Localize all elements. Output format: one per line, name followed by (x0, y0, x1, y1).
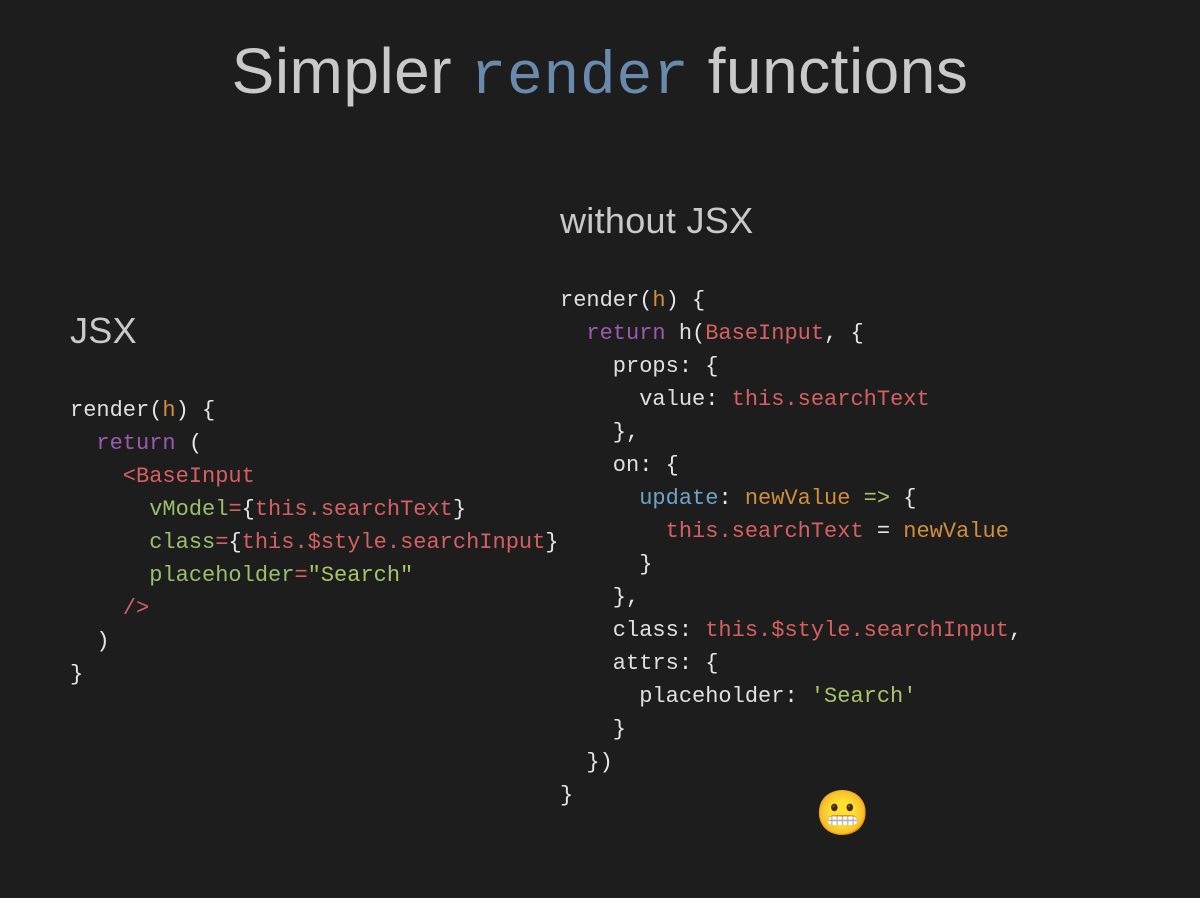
code-token: { (228, 530, 241, 555)
left-column: JSX render(h) { return ( <BaseInput vMod… (70, 310, 559, 691)
code-token: = (215, 530, 228, 555)
code-token: this (255, 497, 308, 522)
code-token: ( (176, 431, 202, 456)
code-token: newValue (903, 519, 1009, 544)
code-token: .searchText (718, 519, 863, 544)
code-token: ( (149, 398, 162, 423)
code-token: => (850, 486, 903, 511)
code-token: ( (692, 321, 705, 346)
code-token: , (1009, 618, 1022, 643)
right-heading: without JSX (560, 200, 1022, 242)
left-code-block: render(h) { return ( <BaseInput vModel={… (70, 394, 559, 691)
code-token: { (242, 497, 255, 522)
code-token: this (242, 530, 295, 555)
code-token: value (560, 387, 705, 412)
code-token: class (70, 530, 215, 555)
title-accent: render (470, 44, 689, 112)
code-token: ) (70, 629, 110, 654)
code-token: }) (560, 750, 613, 775)
code-token: this (705, 618, 758, 643)
code-token: < (70, 464, 136, 489)
code-token: }, (560, 420, 639, 445)
code-token: h (652, 288, 665, 313)
code-token: props (560, 354, 679, 379)
code-token: = (228, 497, 241, 522)
code-token: : { (639, 453, 679, 478)
code-token: } (560, 783, 573, 808)
code-token: : { (679, 354, 719, 379)
slide: Simpler render functions JSX render(h) {… (0, 0, 1200, 898)
code-token: return (586, 321, 665, 346)
code-token: attrs (560, 651, 679, 676)
code-token: class (560, 618, 679, 643)
code-token: this (732, 387, 785, 412)
code-token: } (453, 497, 466, 522)
code-token: .$style.searchInput (294, 530, 545, 555)
code-token: h (679, 321, 692, 346)
code-token: = (294, 563, 307, 588)
code-token: } (545, 530, 558, 555)
code-token: .$style.searchInput (758, 618, 1009, 643)
code-token: : (679, 618, 705, 643)
code-token: placeholder (560, 684, 784, 709)
code-token: .searchText (784, 387, 929, 412)
code-token: h (162, 398, 175, 423)
code-token: }, (560, 585, 639, 610)
code-token: render (560, 288, 639, 313)
code-token: : (705, 387, 731, 412)
code-token: : { (679, 651, 719, 676)
code-token: this (560, 519, 718, 544)
right-code-block: render(h) { return h(BaseInput, { props:… (560, 284, 1022, 812)
code-token: = (864, 519, 904, 544)
code-token: : (718, 486, 744, 511)
code-token (666, 321, 679, 346)
code-token: placeholder (70, 563, 294, 588)
code-token: render (70, 398, 149, 423)
code-token: ) { (666, 288, 706, 313)
code-token: "Search" (308, 563, 414, 588)
code-token: on (560, 453, 639, 478)
right-column: without JSX render(h) { return h(BaseInp… (560, 200, 1022, 812)
code-token: .searchText (308, 497, 453, 522)
code-token: update (560, 486, 718, 511)
title-post: functions (689, 35, 968, 107)
left-heading: JSX (70, 310, 559, 352)
code-token: newValue (745, 486, 851, 511)
code-token: return (96, 431, 175, 456)
title-pre: Simpler (232, 35, 471, 107)
code-token: { (903, 486, 916, 511)
code-token: } (560, 717, 626, 742)
code-token: ( (639, 288, 652, 313)
code-token: } (70, 662, 83, 687)
code-token: 'Search' (811, 684, 917, 709)
code-token: vModel (70, 497, 228, 522)
code-token: /> (70, 596, 149, 621)
code-token: BaseInput (705, 321, 824, 346)
slide-title: Simpler render functions (0, 34, 1200, 112)
code-token: , { (824, 321, 864, 346)
code-token: : (784, 684, 810, 709)
code-token: BaseInput (136, 464, 255, 489)
grimace-emoji-icon: 😬 (815, 792, 870, 836)
code-token: } (560, 552, 652, 577)
code-token: ) { (176, 398, 216, 423)
